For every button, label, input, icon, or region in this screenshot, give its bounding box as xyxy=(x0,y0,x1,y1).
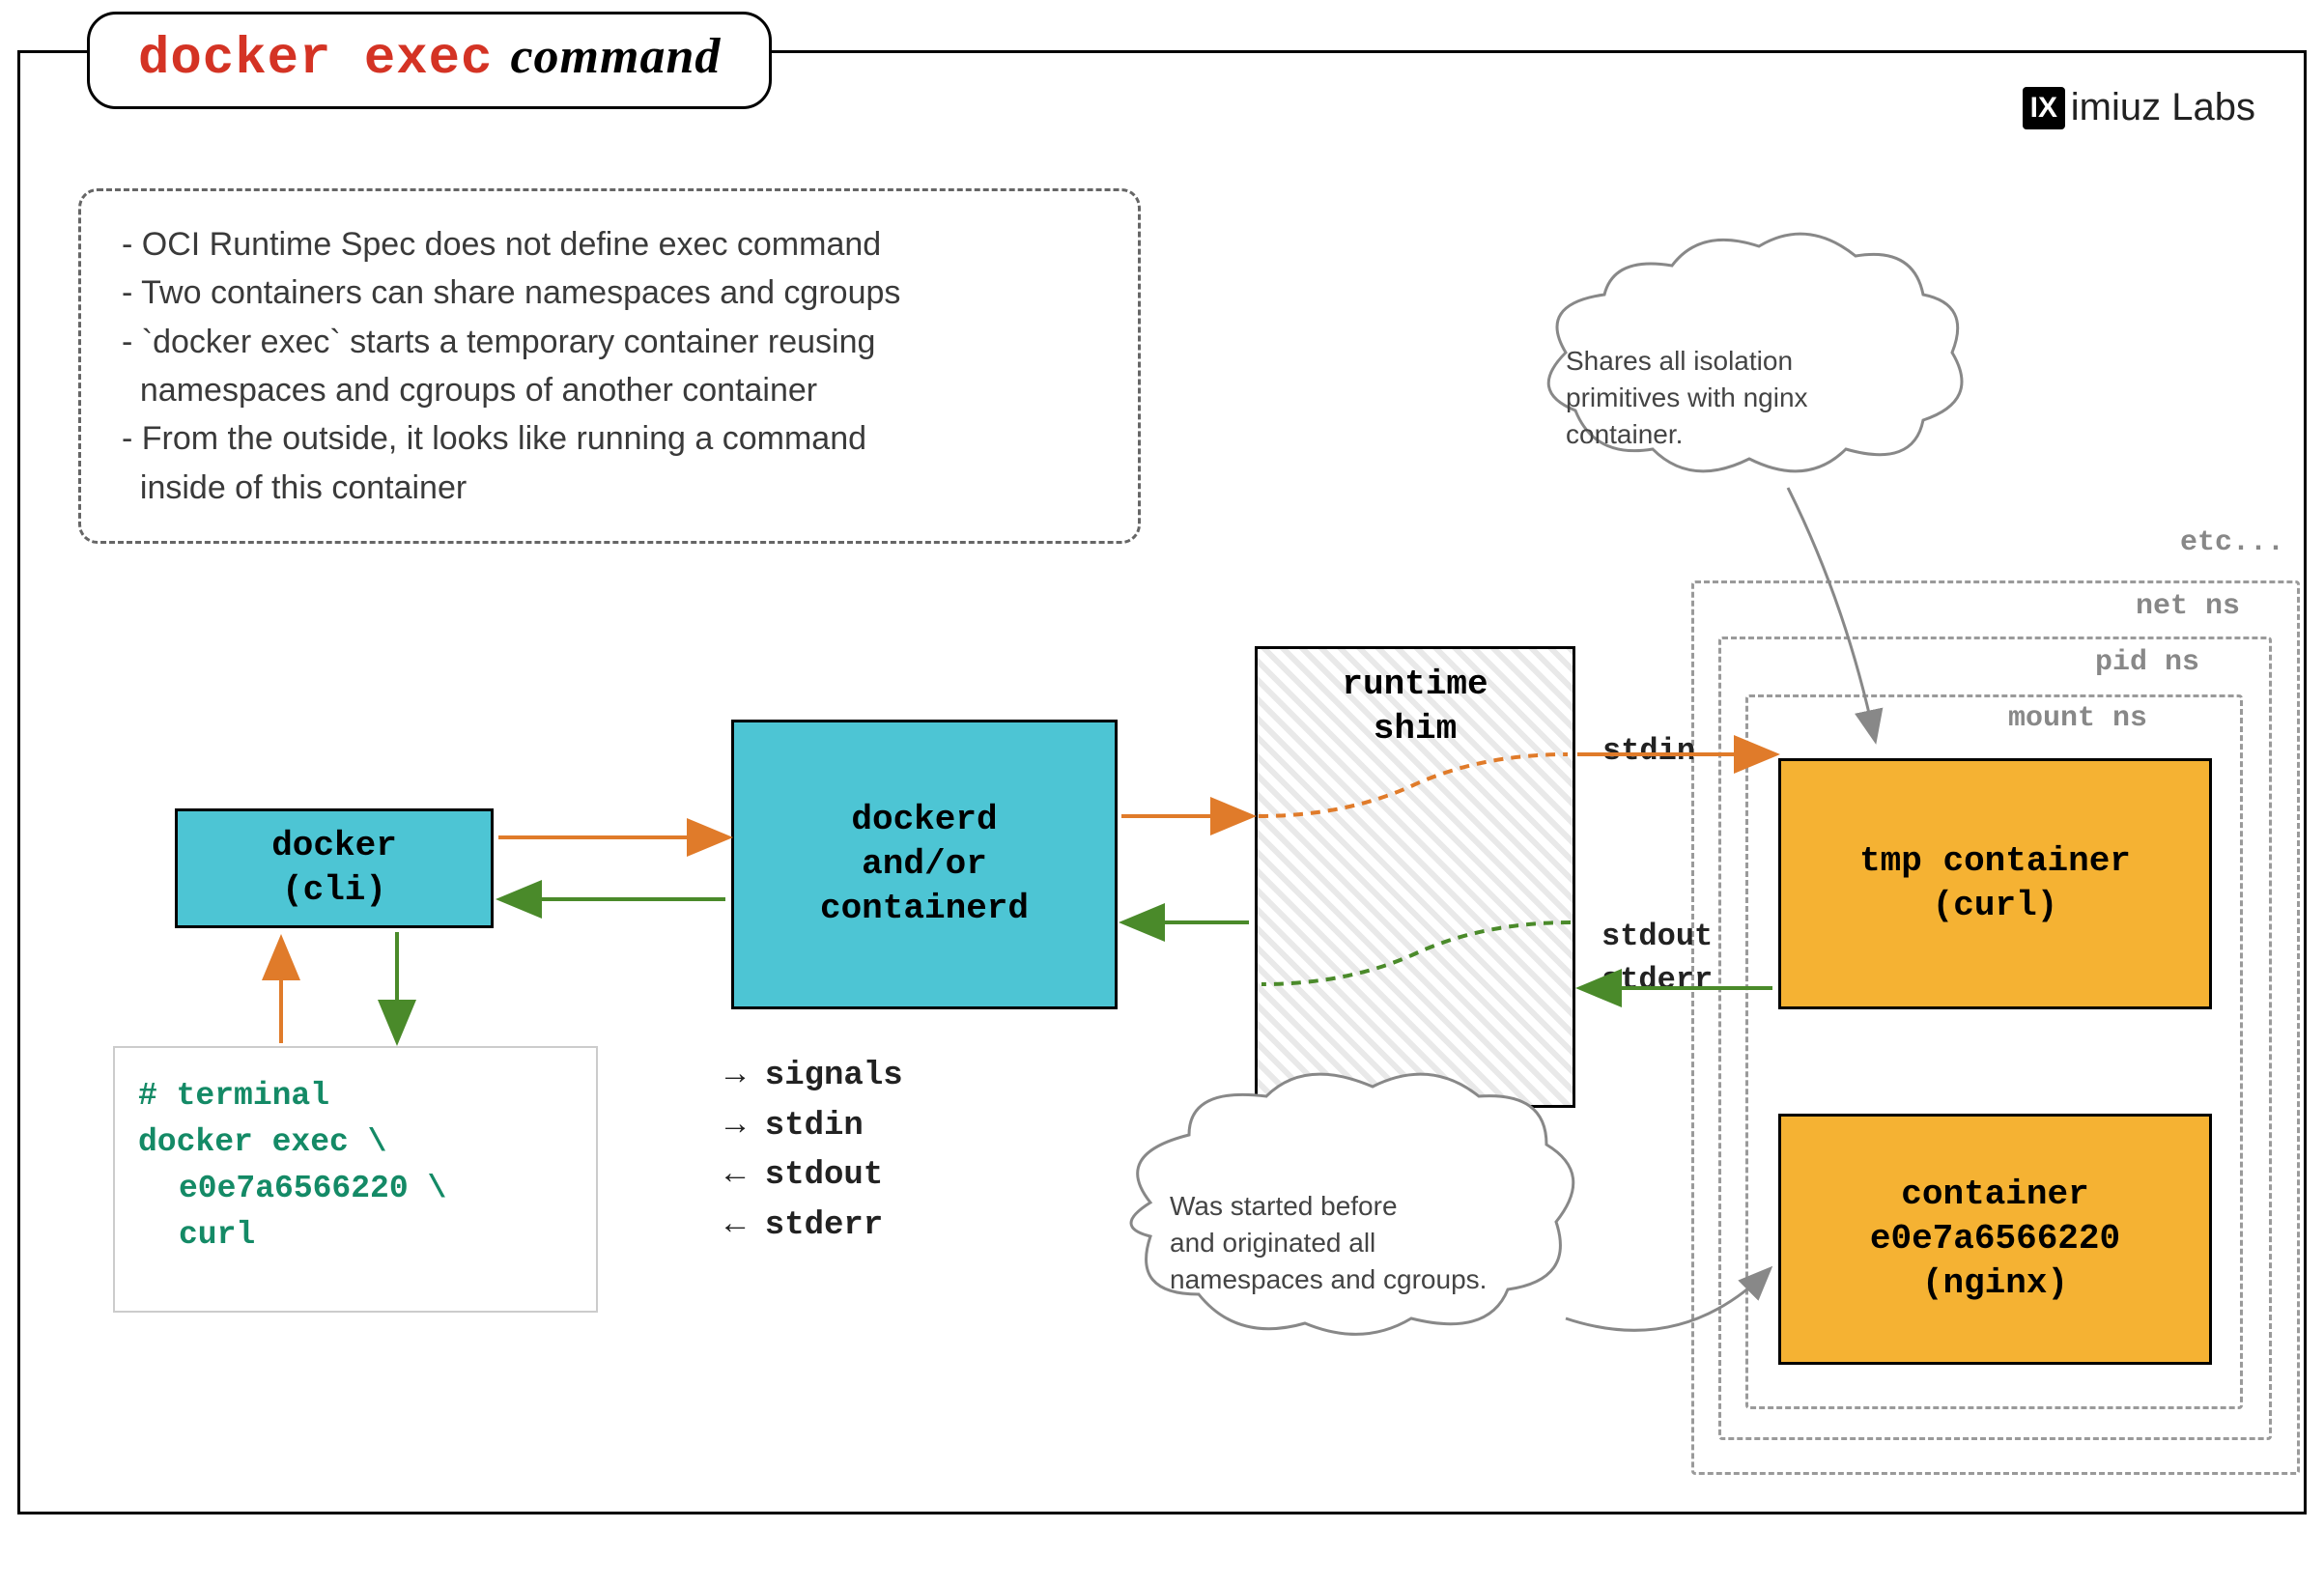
note-line: - Two containers can share namespaces an… xyxy=(122,269,1097,317)
title-mono: docker exec xyxy=(138,30,493,89)
brand-icon: IX xyxy=(2023,87,2065,129)
stdin-label: stdin xyxy=(1602,729,1695,773)
terminal-line: curl xyxy=(138,1212,573,1259)
etc-label: etc... xyxy=(2180,526,2284,559)
cloud-bottom-text: Was started before and originated all na… xyxy=(1170,1188,1585,1297)
note-line: - OCI Runtime Spec does not define exec … xyxy=(122,220,1097,269)
terminal-line: e0e7a6566220 \ xyxy=(138,1166,573,1212)
stdout-stderr-label: stdoutstderr xyxy=(1601,915,1713,1003)
net-ns-label: net ns xyxy=(2136,590,2240,623)
pid-ns-label: pid ns xyxy=(2095,646,2199,679)
signals-list: → signals → stdin ← stdout ← stderr xyxy=(725,1052,903,1252)
diagram-frame: IXimiuz Labs - OCI Runtime Spec does not… xyxy=(17,50,2307,1514)
title-pill: docker exec command xyxy=(87,12,772,109)
notes-box: - OCI Runtime Spec does not define exec … xyxy=(78,188,1141,544)
note-line: inside of this container xyxy=(122,464,1097,512)
brand-label: IXimiuz Labs xyxy=(2023,86,2255,129)
mount-ns-label: mount ns xyxy=(2008,702,2147,735)
terminal-box: # terminal docker exec \ e0e7a6566220 \ … xyxy=(113,1046,598,1313)
note-line: - `docker exec` starts a temporary conta… xyxy=(122,318,1097,366)
tmp-container-box: tmp container (curl) xyxy=(1778,758,2212,1009)
runtime-shim-box: runtime shim xyxy=(1255,646,1575,1108)
docker-cli-box: docker (cli) xyxy=(175,808,494,928)
dockerd-box: dockerd and/or containerd xyxy=(731,720,1118,1009)
note-line: namespaces and cgroups of another contai… xyxy=(122,366,1097,414)
cloud-top-text: Shares all isolation primitives with ngi… xyxy=(1566,343,1923,452)
nginx-container-box: container e0e7a6566220 (nginx) xyxy=(1778,1114,2212,1365)
brand-text: imiuz Labs xyxy=(2071,86,2255,129)
terminal-line: docker exec \ xyxy=(138,1119,573,1166)
terminal-comment: # terminal xyxy=(138,1073,573,1119)
note-line: - From the outside, it looks like runnin… xyxy=(122,414,1097,463)
title-script: command xyxy=(510,28,721,85)
